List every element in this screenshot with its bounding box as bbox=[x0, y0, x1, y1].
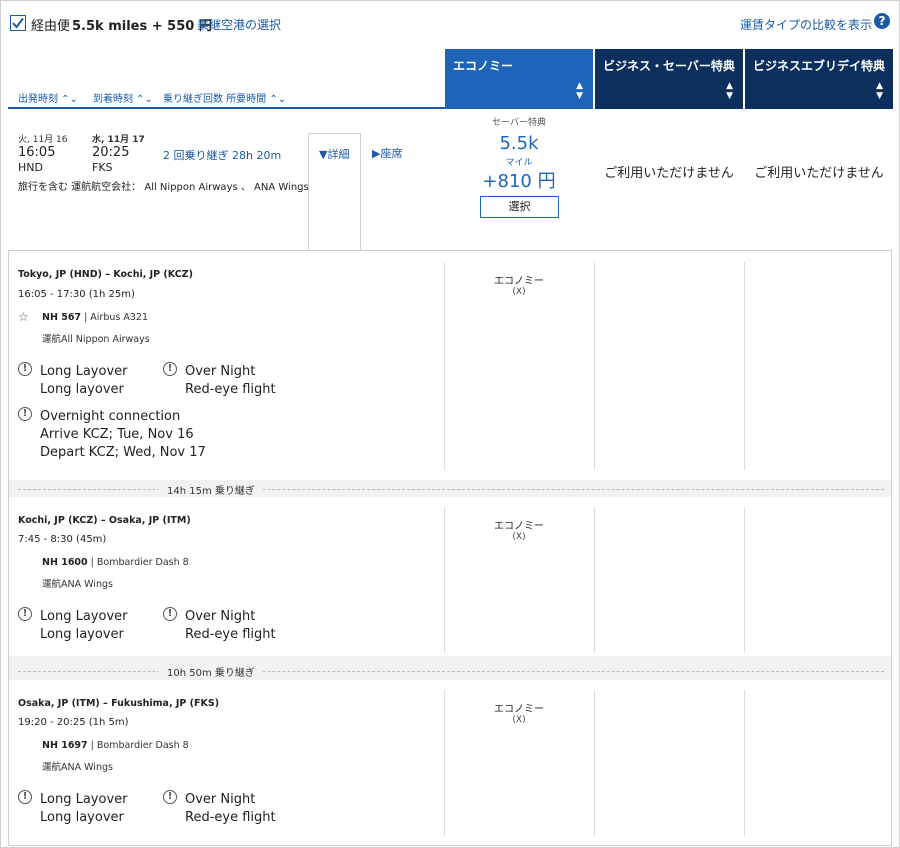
long-layover-desc: Long layover bbox=[40, 382, 124, 397]
business-everyday-unavailable: ご利用いただけません bbox=[754, 166, 884, 181]
tab-business-saver[interactable]: ビジネス・セーバー特典 ▲ ▼ bbox=[595, 49, 743, 109]
long-layover-desc: Long layover bbox=[40, 810, 124, 825]
tab-economy[interactable]: エコノミー ▲ ▼ bbox=[445, 49, 593, 109]
details-label: ▼詳細 bbox=[319, 148, 350, 161]
segment-2-time: 7:45 - 8:30 (45m) bbox=[18, 534, 107, 545]
tab-economy-label: エコノミー bbox=[453, 59, 514, 73]
connection-2-time: 10h 50m 乗り継ぎ bbox=[159, 664, 263, 679]
column-divider bbox=[594, 262, 595, 470]
lowest-miles-price: 5.5k miles + 550 円 bbox=[72, 19, 212, 34]
segment-2-cabin: エコノミー bbox=[494, 521, 544, 532]
segment-1-time: 16:05 - 17:30 (1h 25m) bbox=[18, 289, 135, 300]
arrival-time: 20:25 bbox=[92, 145, 130, 160]
segment-1-flight-number: NH 567 bbox=[42, 312, 82, 323]
details-toggle-button[interactable]: ▼詳細 bbox=[308, 133, 361, 250]
sort-caret-icon: ▲ ▼ bbox=[726, 81, 733, 101]
segment-3-cabin: エコノミー bbox=[494, 704, 544, 715]
sort-departure[interactable]: 出発時刻 ⌃⌄ bbox=[18, 90, 78, 105]
overnight-desc: Red-eye flight bbox=[185, 627, 276, 642]
segment-3-aircraft: | Bombardier Dash 8 bbox=[87, 740, 189, 751]
segment-3-route: Osaka, JP (ITM) – Fukushima, JP (FKS) bbox=[18, 698, 220, 709]
warning-icon: ! bbox=[18, 607, 32, 621]
tab-business-everyday[interactable]: ビジネスエブリデイ特典 ▲ ▼ bbox=[745, 49, 893, 109]
segment-1-route: Tokyo, JP (HND) – Kochi, JP (KCZ) bbox=[18, 269, 193, 280]
long-layover-title: Long Layover bbox=[40, 364, 128, 379]
segment-1-cabin-code: (X) bbox=[512, 287, 526, 297]
sort-stops-duration[interactable]: 乗り継ぎ回数 所要時間 ⌃⌄ bbox=[163, 90, 286, 105]
seat-map-link[interactable]: ▶座席 bbox=[372, 145, 402, 161]
warning-icon: ! bbox=[18, 362, 32, 376]
warning-icon: ! bbox=[18, 407, 32, 421]
sort-caret-icon: ▲ ▼ bbox=[576, 81, 583, 101]
long-layover-title: Long Layover bbox=[40, 609, 128, 624]
overnight-desc: Red-eye flight bbox=[185, 810, 276, 825]
column-divider bbox=[594, 507, 595, 653]
arrival-airport: FKS bbox=[92, 161, 113, 174]
long-layover-title: Long Layover bbox=[40, 792, 128, 807]
segment-1-flight: NH 567 | Airbus A321 bbox=[42, 312, 148, 323]
column-divider bbox=[744, 690, 745, 836]
segment-2-cabin-code: (X) bbox=[512, 532, 526, 542]
segment-3-flight-number: NH 1697 bbox=[42, 740, 88, 751]
segment-3-operator: 運航ANA Wings bbox=[42, 762, 113, 773]
operating-carriers: 旅行を含む 運航航空会社： All Nippon Airways 、 ANA W… bbox=[18, 182, 309, 193]
stops-duration[interactable]: 2 回乗り継ぎ 28h 20m bbox=[163, 147, 281, 163]
connection-divider bbox=[18, 489, 884, 490]
sort-arrival[interactable]: 到着時刻 ⌃⌄ bbox=[93, 90, 153, 105]
warning-icon: ! bbox=[18, 790, 32, 804]
sort-caret-icon: ▲ ▼ bbox=[876, 81, 883, 101]
overnight-connection-depart: Depart KCZ; Wed, Nov 17 bbox=[40, 445, 206, 460]
warning-icon: ! bbox=[163, 790, 177, 804]
compare-fare-types-link[interactable]: 運賃タイプの比較を表示 bbox=[740, 16, 872, 33]
overnight-connection-title: Overnight connection bbox=[40, 409, 181, 424]
segment-2-route: Kochi, JP (KCZ) – Osaka, JP (ITM) bbox=[18, 515, 191, 526]
tab-business-saver-label: ビジネス・セーバー特典 bbox=[603, 59, 735, 73]
help-icon[interactable]: ? bbox=[874, 13, 890, 29]
fare-cash-price: +810 円 bbox=[482, 171, 556, 192]
segment-2-operator: 運航ANA Wings bbox=[42, 579, 113, 590]
segment-1-operator: 運航All Nippon Airways bbox=[42, 334, 150, 345]
fare-miles: 5.5k bbox=[499, 133, 539, 154]
connection-divider bbox=[18, 671, 884, 672]
segment-1-cabin: エコノミー bbox=[494, 276, 544, 287]
arrival-date: 水, 11月 17 bbox=[92, 135, 145, 145]
overnight-title: Over Night bbox=[185, 792, 256, 807]
departure-airport: HND bbox=[18, 161, 43, 174]
connection-1-time: 14h 15m 乗り継ぎ bbox=[159, 482, 263, 497]
connecting-flight-checkbox[interactable] bbox=[10, 15, 26, 31]
saver-award-label: セーバー特典 bbox=[492, 118, 546, 128]
segment-1-aircraft: | Airbus A321 bbox=[81, 312, 148, 323]
overnight-desc: Red-eye flight bbox=[185, 382, 276, 397]
sort-header-underline bbox=[8, 107, 445, 109]
segment-3-cabin-code: (X) bbox=[512, 715, 526, 725]
column-divider bbox=[594, 690, 595, 836]
warning-icon: ! bbox=[163, 362, 177, 376]
tab-business-everyday-label: ビジネスエブリデイ特典 bbox=[753, 59, 886, 73]
segment-3-time: 19:20 - 20:25 (1h 5m) bbox=[18, 717, 129, 728]
column-divider bbox=[744, 262, 745, 470]
segment-3-flight: NH 1697 | Bombardier Dash 8 bbox=[42, 740, 189, 751]
overnight-title: Over Night bbox=[185, 609, 256, 624]
segment-2-aircraft: | Bombardier Dash 8 bbox=[87, 557, 189, 568]
warning-icon: ! bbox=[163, 607, 177, 621]
overnight-connection-arrive: Arrive KCZ; Tue, Nov 16 bbox=[40, 427, 194, 442]
connecting-flight-label: 経由便 bbox=[31, 19, 71, 34]
star-icon[interactable]: ☆ bbox=[18, 310, 29, 324]
overnight-title: Over Night bbox=[185, 364, 256, 379]
segment-2-flight: NH 1600 | Bombardier Dash 8 bbox=[42, 557, 189, 568]
long-layover-desc: Long layover bbox=[40, 627, 124, 642]
departure-time: 16:05 bbox=[18, 145, 56, 160]
column-divider bbox=[744, 507, 745, 653]
segment-2-flight-number: NH 1600 bbox=[42, 557, 88, 568]
business-saver-unavailable: ご利用いただけません bbox=[604, 166, 734, 181]
departure-date: 火, 11月 16 bbox=[18, 135, 68, 145]
select-fare-button[interactable]: 選択 bbox=[480, 196, 559, 218]
select-connection-airport-link[interactable]: 乗継空港の選択 bbox=[197, 16, 281, 33]
